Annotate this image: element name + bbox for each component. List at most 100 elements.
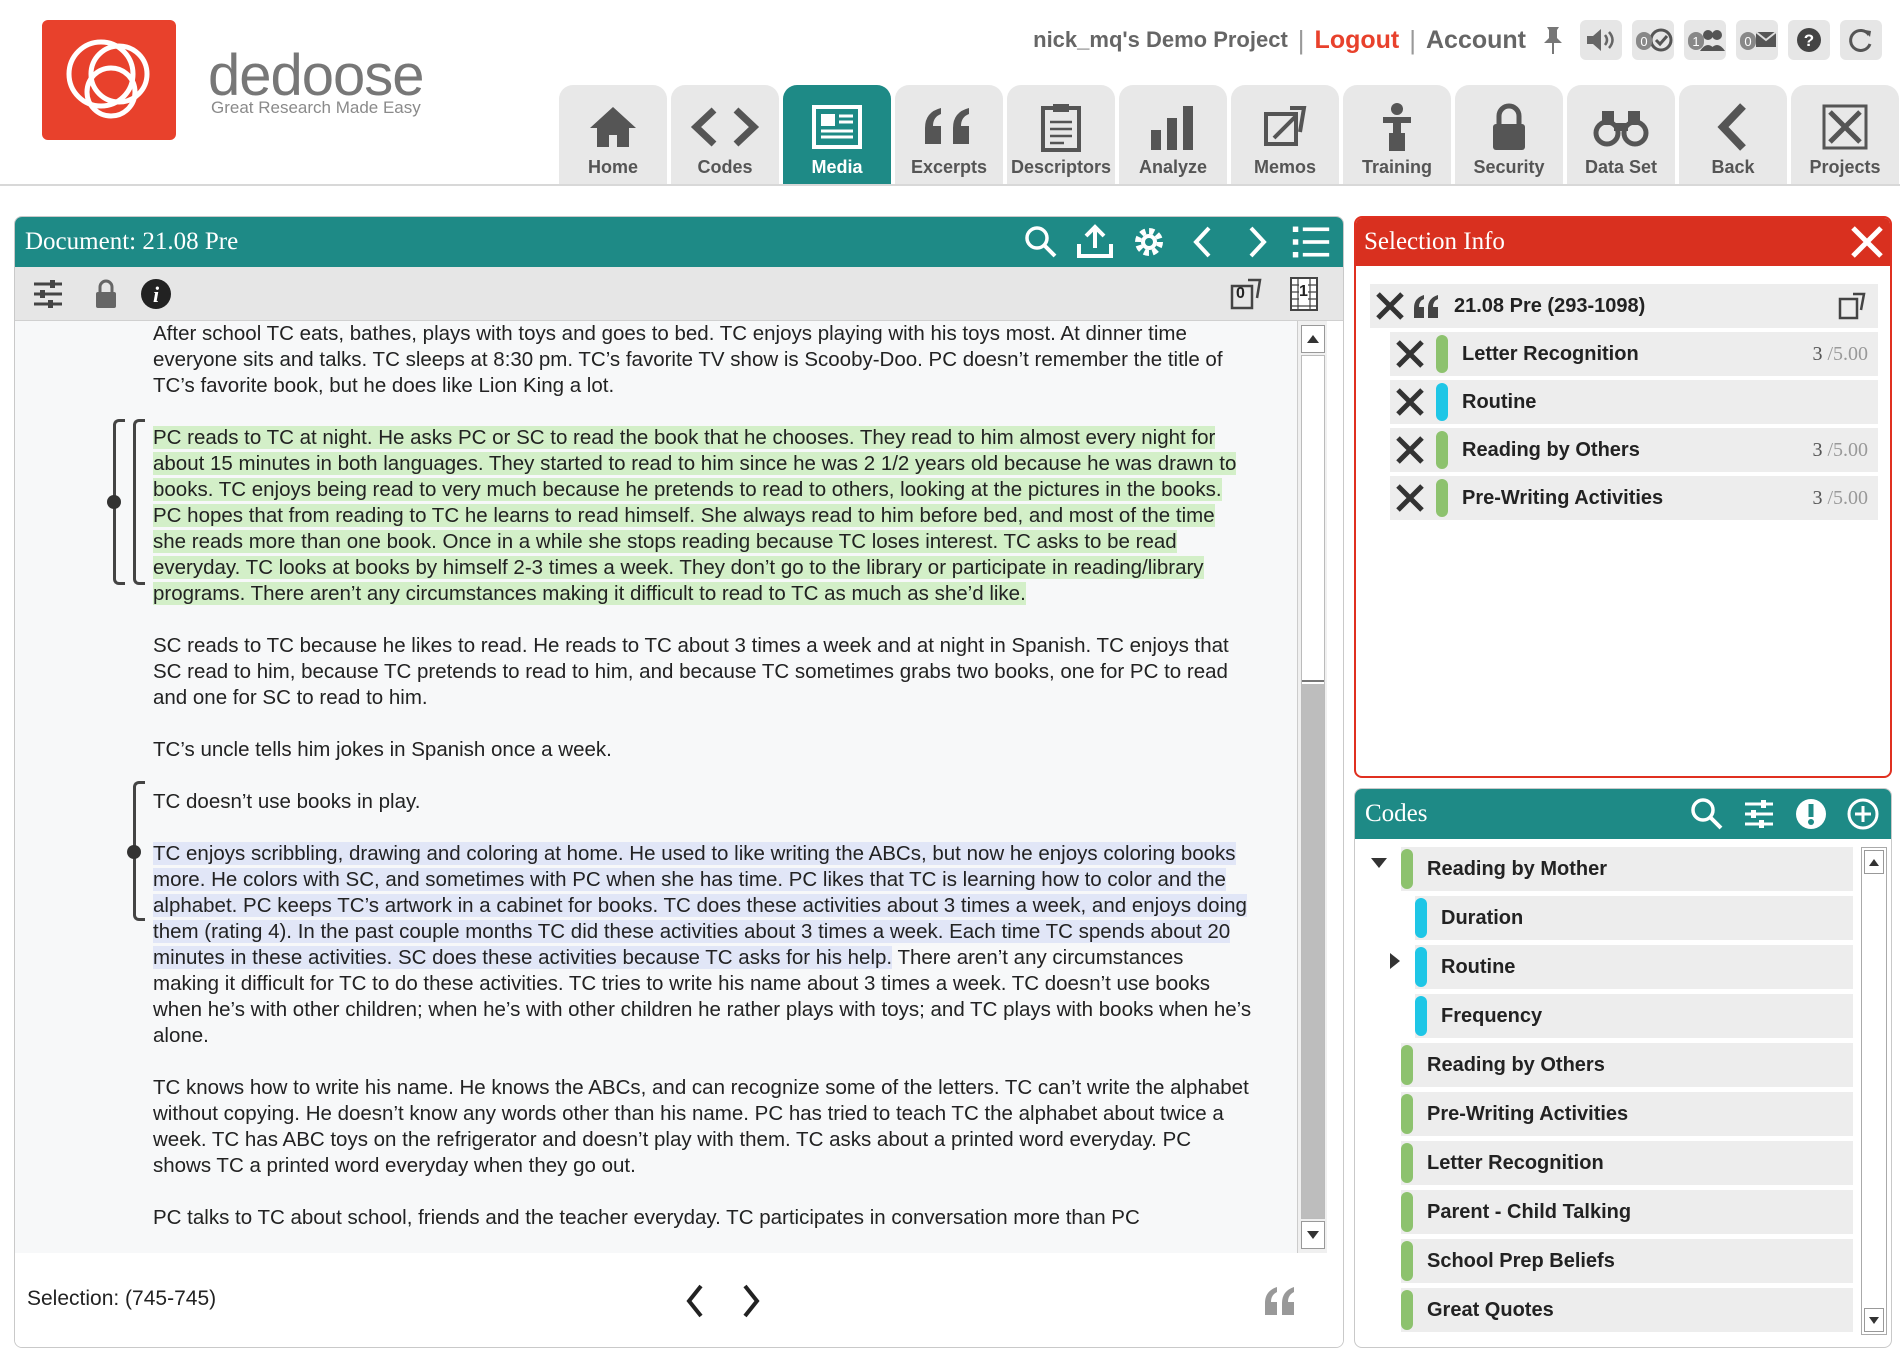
next-document-icon[interactable]: [1237, 222, 1277, 262]
nav-excerpts[interactable]: Excerpts: [895, 85, 1003, 184]
weight-max: /5.00: [1822, 342, 1868, 365]
excerpt-memo-icon[interactable]: [1832, 286, 1872, 326]
excerpt-marker[interactable]: [127, 845, 141, 859]
code-label: Duration: [1441, 906, 1524, 929]
applied-code-row[interactable]: Reading by Others 3 /5.00: [1390, 428, 1878, 472]
applied-code-row[interactable]: Pre-Writing Activities 3 /5.00: [1390, 476, 1878, 520]
info-icon[interactable]: i: [137, 275, 175, 313]
page-number-icon[interactable]: 1: [1285, 275, 1323, 313]
document-body[interactable]: After school TC eats, bathes, plays with…: [15, 321, 1297, 1253]
next-selection-icon[interactable]: [731, 1279, 771, 1323]
back-chevron-icon: [1713, 97, 1753, 157]
excerpt-highlight[interactable]: PC reads to TC at night. He asks PC or S…: [153, 426, 1237, 605]
collapse-triangle-icon[interactable]: [1367, 851, 1391, 875]
nav-label: Codes: [697, 157, 753, 177]
scroll-up-icon[interactable]: [1301, 325, 1325, 353]
remove-code-icon[interactable]: [1390, 430, 1430, 470]
gear-icon[interactable]: [1129, 222, 1169, 262]
document-title: Document: 21.08 Pre: [25, 228, 239, 255]
codes-header: Codes: [1355, 789, 1891, 839]
previous-selection-icon[interactable]: [675, 1279, 715, 1323]
code-item-school-prep-beliefs[interactable]: School Prep Beliefs: [1401, 1239, 1853, 1283]
code-item-duration[interactable]: Duration: [1415, 896, 1853, 940]
excerpt-marker[interactable]: [107, 495, 121, 509]
expand-triangle-icon[interactable]: [1383, 949, 1407, 973]
search-icon[interactable]: [1687, 794, 1727, 834]
nav-memos[interactable]: Memos: [1231, 85, 1339, 184]
nav-label: Back: [1711, 157, 1755, 177]
create-excerpt-quote-icon[interactable]: [1255, 1279, 1305, 1323]
alert-icon[interactable]: [1791, 794, 1831, 834]
users-icon[interactable]: 1: [1684, 20, 1726, 60]
remove-code-icon[interactable]: [1390, 478, 1430, 518]
code-color-bar: [1436, 431, 1448, 469]
messages-icon[interactable]: 0: [1736, 20, 1778, 60]
scroll-track[interactable]: [1301, 355, 1325, 1219]
code-color-bar: [1401, 849, 1413, 889]
nav-analyze[interactable]: Analyze: [1119, 85, 1227, 184]
nav-back[interactable]: Back: [1679, 85, 1787, 184]
project-name[interactable]: nick_mq's Demo Project: [1033, 27, 1288, 53]
speaker-icon[interactable]: [1580, 20, 1622, 60]
nav-projects[interactable]: Projects: [1791, 85, 1899, 184]
logout-link[interactable]: Logout: [1315, 26, 1400, 55]
code-item-frequency[interactable]: Frequency: [1415, 994, 1853, 1038]
nav-security[interactable]: Security: [1455, 85, 1563, 184]
refresh-icon[interactable]: [1840, 20, 1882, 60]
code-weight[interactable]: 3 /5.00: [1812, 343, 1868, 366]
nav-media[interactable]: Media: [783, 85, 891, 184]
upload-icon[interactable]: [1075, 222, 1115, 262]
projects-tools-icon: [1820, 97, 1870, 157]
document-scrollbar[interactable]: [1297, 321, 1327, 1253]
remove-code-icon[interactable]: [1390, 334, 1430, 374]
scroll-up-icon[interactable]: [1864, 850, 1884, 874]
sliders-icon[interactable]: [29, 275, 67, 313]
code-item-great-quotes[interactable]: Great Quotes: [1401, 1288, 1853, 1332]
lock-icon: [1489, 97, 1529, 157]
nav-dataset[interactable]: Data Set: [1567, 85, 1675, 184]
remove-excerpt-icon[interactable]: [1370, 286, 1410, 326]
review-check-icon[interactable]: 0: [1632, 20, 1674, 60]
scroll-down-icon[interactable]: [1301, 1221, 1325, 1249]
nav-training[interactable]: Training: [1343, 85, 1451, 184]
code-color-bar: [1415, 898, 1427, 938]
previous-document-icon[interactable]: [1183, 222, 1223, 262]
account-link[interactable]: Account: [1426, 26, 1526, 55]
code-item-parent-child-talking[interactable]: Parent - Child Talking: [1401, 1190, 1853, 1234]
nav-home[interactable]: Home: [559, 85, 667, 184]
remove-code-icon[interactable]: [1390, 382, 1430, 422]
applied-code-row[interactable]: Routine: [1390, 380, 1878, 424]
selection-info-panel: Selection Info 21.08 Pre (293-1098) Lett…: [1354, 216, 1892, 778]
pin-icon[interactable]: [1536, 20, 1570, 60]
list-icon[interactable]: [1291, 222, 1331, 262]
page-number: 1: [1299, 283, 1308, 301]
code-item-pre-writing-activities[interactable]: Pre-Writing Activities: [1401, 1092, 1853, 1136]
code-weight[interactable]: 3 /5.00: [1812, 487, 1868, 510]
applied-code-row[interactable]: Letter Recognition 3 /5.00: [1390, 332, 1878, 376]
help-icon[interactable]: ?: [1788, 20, 1830, 60]
document-text[interactable]: After school TC eats, bathes, plays with…: [153, 321, 1253, 1253]
memo-count-icon[interactable]: 0: [1227, 275, 1265, 313]
paragraph: After school TC eats, bathes, plays with…: [153, 322, 1223, 397]
filter-sliders-icon[interactable]: [1739, 794, 1779, 834]
code-item-letter-recognition[interactable]: Letter Recognition: [1401, 1141, 1853, 1185]
nav-codes[interactable]: Codes: [671, 85, 779, 184]
excerpt-row[interactable]: 21.08 Pre (293-1098): [1370, 284, 1878, 328]
search-icon[interactable]: [1021, 222, 1061, 262]
codes-scrollbar[interactable]: [1861, 847, 1887, 1335]
code-item-reading-by-mother[interactable]: Reading by Mother: [1401, 847, 1853, 891]
close-icon[interactable]: [1844, 219, 1890, 265]
code-item-routine[interactable]: Routine: [1415, 945, 1853, 989]
scroll-down-icon[interactable]: [1864, 1308, 1884, 1332]
scroll-thumb[interactable]: [1302, 356, 1324, 682]
excerpt-bracket[interactable]: [133, 419, 145, 585]
lock-icon[interactable]: [87, 275, 125, 313]
nav-descriptors[interactable]: Descriptors: [1007, 85, 1115, 184]
code-color-bar: [1415, 947, 1427, 987]
code-weight[interactable]: 3 /5.00: [1812, 439, 1868, 462]
add-code-icon[interactable]: [1843, 794, 1883, 834]
weight-value: 3: [1812, 342, 1823, 365]
dedoose-logo-icon[interactable]: [42, 20, 176, 140]
code-color-bar: [1401, 1192, 1413, 1232]
code-item-reading-by-others[interactable]: Reading by Others: [1401, 1043, 1853, 1087]
